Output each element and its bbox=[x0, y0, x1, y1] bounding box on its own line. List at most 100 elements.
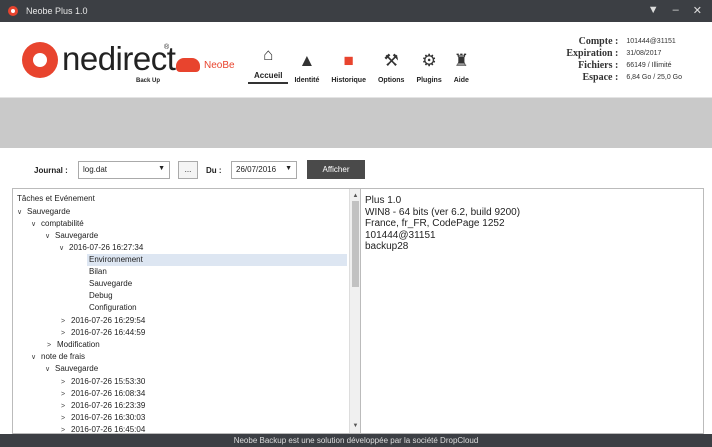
chevron-down-icon: ∨ bbox=[17, 209, 23, 216]
tools-icon: ⚒ bbox=[383, 51, 399, 70]
info-line: backup28 bbox=[365, 241, 409, 252]
tree-node[interactable]: ∨ note de frais bbox=[31, 351, 85, 363]
tree-node[interactable]: > Modification bbox=[47, 339, 100, 351]
filter-bar: Journal : log.dat ▼ ... Du : 26/07/2016 … bbox=[0, 148, 712, 188]
info-line: France, fr_FR, CodePage 1252 bbox=[365, 218, 505, 229]
system-info-panel: Plus 1.0 WIN8 - 64 bits (ver 6.2, build … bbox=[365, 195, 520, 253]
du-label: Du : bbox=[206, 166, 222, 175]
tree-node[interactable]: ∨ Sauvegarde bbox=[45, 363, 98, 375]
expiration-value: 31/08/2017 bbox=[626, 50, 662, 57]
chevron-down-icon: ∨ bbox=[45, 366, 51, 373]
tree-node-label: 2016-07-26 16:27:34 bbox=[69, 243, 144, 252]
tree-node-selected[interactable]: Environnement bbox=[87, 254, 347, 266]
tree-node[interactable]: >2016-07-26 16:44:59 bbox=[61, 327, 145, 339]
scroll-down-icon[interactable]: ▼ bbox=[350, 421, 361, 431]
tree-node-label: 2016-07-26 16:23:39 bbox=[71, 401, 146, 410]
tree-node-label: Environnement bbox=[89, 255, 143, 264]
tree-node-label: Debug bbox=[89, 291, 113, 300]
tree-node-label: note de frais bbox=[41, 352, 86, 361]
toolbar-label: Historique bbox=[331, 77, 366, 84]
tree-node[interactable]: Debug bbox=[89, 290, 113, 302]
info-line: WIN8 - 64 bits (ver 6.2, build 9200) bbox=[365, 206, 521, 218]
tree-node[interactable]: ∨ Sauvegarde bbox=[45, 230, 98, 242]
tree-node-label: 2016-07-26 16:45:04 bbox=[71, 425, 146, 433]
tree-node-label: 2016-07-26 16:44:59 bbox=[71, 328, 146, 337]
tree-node[interactable]: >2016-07-26 16:30:03 bbox=[61, 412, 145, 424]
fichiers-value: 66149 / Illimité bbox=[626, 62, 672, 69]
tree-node-label: 2016-07-26 16:08:34 bbox=[71, 389, 146, 398]
tree-node[interactable]: Bilan bbox=[89, 266, 107, 278]
app-header: nedirect ® Back Up NeoBe ⌂ Accueil ▲ Ide… bbox=[0, 22, 712, 98]
tree-node-label: 2016-07-26 15:53:30 bbox=[71, 377, 146, 386]
minimize-button[interactable]: ‒ bbox=[673, 4, 679, 17]
tree-node-label: 2016-07-26 16:29:54 bbox=[71, 316, 146, 325]
scroll-thumb[interactable] bbox=[352, 201, 359, 287]
chevron-right-icon: > bbox=[61, 427, 66, 433]
logo-mark bbox=[22, 42, 58, 78]
window-controls: ▼ ‒ ✕ bbox=[648, 4, 702, 17]
user-icon: ▲ bbox=[298, 51, 316, 70]
tree-node[interactable]: >2016-07-26 15:53:30 bbox=[61, 376, 145, 388]
fichiers-label: Fichiers : bbox=[578, 60, 619, 71]
tree-node-label: Sauvegarde bbox=[89, 279, 133, 288]
tree-node-label: Configuration bbox=[89, 303, 137, 312]
logo-text: nedirect bbox=[62, 40, 176, 77]
chevron-down-icon: ∨ bbox=[31, 221, 37, 228]
journal-value: log.dat bbox=[83, 165, 108, 174]
tree-node[interactable]: >2016-07-26 16:29:54 bbox=[61, 315, 145, 327]
tree-node[interactable]: ∨ comptabilité bbox=[31, 218, 84, 230]
main-toolbar: ⌂ Accueil ▲ Identité ■ Historique ⚒ Opti… bbox=[248, 40, 475, 84]
toolbar-label: Aide bbox=[453, 77, 469, 84]
footer-credit: Neobe Backup est une solution développée… bbox=[0, 434, 712, 447]
afficher-button[interactable]: Afficher bbox=[307, 160, 365, 179]
tree-node-label: Sauvegarde bbox=[55, 364, 99, 373]
toolbar-historique-button[interactable]: ■ Historique bbox=[325, 40, 372, 84]
tree-node[interactable]: >2016-07-26 16:23:39 bbox=[61, 400, 145, 412]
tree-node-label: Sauvegarde bbox=[27, 207, 71, 216]
toolbar-options-button[interactable]: ⚒ Options bbox=[372, 40, 410, 84]
gears-icon: ⚙ bbox=[421, 51, 437, 70]
date-picker[interactable]: 26/07/2016 ▼ bbox=[231, 161, 297, 179]
window-title: Neobe Plus 1.0 bbox=[26, 6, 88, 16]
cloud-icon bbox=[176, 58, 200, 72]
log-panel: Tâches et Evénement ∨ Sauvegarde ∨ comptab… bbox=[12, 188, 704, 434]
tree-node[interactable]: ∨ Sauvegarde bbox=[17, 206, 70, 218]
logo-registered: ® bbox=[164, 44, 170, 51]
chevron-down-icon: ∨ bbox=[45, 233, 51, 240]
tree-node-label: Bilan bbox=[89, 267, 107, 276]
toolbar-label: Identité bbox=[294, 77, 320, 84]
tree-scrollbar[interactable]: ▲ ▼ bbox=[349, 189, 361, 433]
neobe-logo: NeoBe bbox=[176, 58, 235, 72]
chevron-down-icon: ▼ bbox=[158, 165, 165, 172]
compte-label: Compte : bbox=[578, 36, 619, 47]
toolbar-aide-button[interactable]: ♜ Aide bbox=[448, 40, 475, 84]
tree-node[interactable]: >2016-07-26 16:45:04 bbox=[61, 424, 145, 433]
tree-node[interactable]: Sauvegarde bbox=[89, 278, 132, 290]
chevron-down-icon: ▼ bbox=[285, 165, 292, 172]
toolbar-label: Accueil bbox=[254, 71, 283, 80]
espace-value: 6,84 Go / 25,0 Go bbox=[626, 74, 682, 81]
banner-area bbox=[0, 98, 712, 148]
journal-select[interactable]: log.dat ▼ bbox=[78, 161, 170, 179]
tree-node-label: Modification bbox=[57, 340, 100, 349]
tree-node[interactable]: Configuration bbox=[89, 302, 137, 314]
toolbar-plugins-button[interactable]: ⚙ Plugins bbox=[410, 40, 447, 84]
pin-icon[interactable]: ▼ bbox=[648, 4, 659, 17]
browse-button[interactable]: ... bbox=[178, 161, 198, 179]
toolbar-accueil-button[interactable]: ⌂ Accueil bbox=[248, 40, 289, 84]
close-button[interactable]: ✕ bbox=[693, 4, 702, 17]
tree-node[interactable]: >2016-07-26 16:08:34 bbox=[61, 388, 145, 400]
logo-subtitle: Back Up bbox=[136, 78, 161, 84]
tree-node-label: 2016-07-26 16:30:03 bbox=[71, 413, 146, 422]
tree-header: Tâches et Evénement bbox=[17, 194, 95, 203]
expiration-label: Expiration : bbox=[566, 48, 619, 59]
date-value: 26/07/2016 bbox=[236, 165, 277, 174]
scroll-up-icon[interactable]: ▲ bbox=[350, 191, 361, 201]
event-tree[interactable]: Tâches et Evénement ∨ Sauvegarde ∨ comptab… bbox=[13, 189, 349, 433]
help-icon: ♜ bbox=[453, 51, 469, 70]
toolbar-identite-button[interactable]: ▲ Identité bbox=[288, 40, 325, 84]
toolbar-label: Plugins bbox=[416, 77, 442, 84]
account-summary: Compte : 101444@31151 Expiration : 31/08… bbox=[566, 36, 682, 83]
tree-node[interactable]: ∨ 2016-07-26 16:27:34 bbox=[59, 242, 143, 254]
home-icon: ⌂ bbox=[263, 45, 274, 64]
